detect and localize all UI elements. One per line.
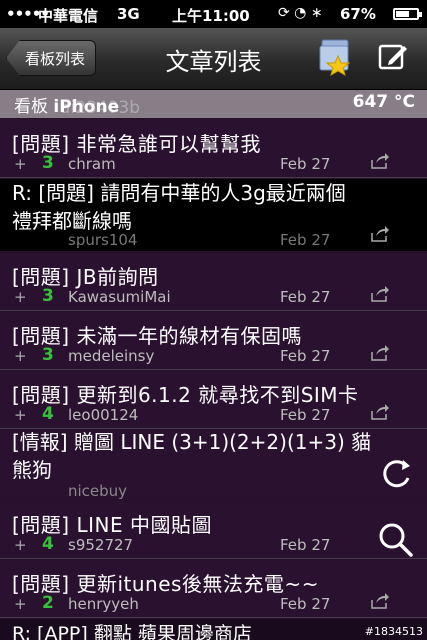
article-date: Feb 27 <box>280 347 331 365</box>
plus-icon: + <box>14 288 27 306</box>
article-title-line2: 禮拜都斷線嗎 <box>12 209 132 233</box>
article-author: henryyeh <box>68 595 139 613</box>
article-title-line2: 熊狗 <box>12 458 52 482</box>
network-type: 3G <box>117 5 140 23</box>
status-icons: ⟳ ◔ ∗ <box>278 5 323 21</box>
push-count: 4 <box>42 534 54 554</box>
list-item[interactable]: [問題] 更新到6.1.2 就尋找不到SIM卡 + 4 leo00124 Feb… <box>0 371 427 429</box>
share-icon[interactable] <box>370 285 390 303</box>
board-header: 看板 iPhone 647 °C <box>0 90 427 118</box>
share-icon[interactable] <box>370 592 390 610</box>
status-time: 上午11:00 <box>172 7 250 25</box>
list-item[interactable]: R: [問題] 請問有中華的人3g最近兩個 禮拜都斷線嗎 spurs104 Fe… <box>0 179 427 251</box>
board-name: iPhone <box>53 97 120 117</box>
refresh-icon[interactable] <box>374 452 418 496</box>
page-title: 文章列表 <box>165 48 262 76</box>
search-icon[interactable] <box>374 518 418 562</box>
article-date: Feb 27 <box>280 288 331 306</box>
article-author: nicebuy <box>68 482 128 500</box>
plus-icon: + <box>14 347 27 365</box>
list-item[interactable]: R: [APP] 翻點 蘋果周邊商店 <box>0 619 427 640</box>
share-icon[interactable] <box>370 344 390 362</box>
plus-icon: + <box>14 406 27 424</box>
battery-percent: 67% <box>340 5 376 23</box>
list-item[interactable]: [問題] 非常急誰可以幫幫我 + 3 chram Feb 27 <box>0 120 427 178</box>
article-title: [問題] JB前詢問 <box>12 265 159 289</box>
article-date: Feb 27 <box>280 231 331 249</box>
share-icon[interactable] <box>370 152 390 170</box>
status-bar: ••••• 中華電信 3G 上午11:00 ⟳ ◔ ∗ 67% <box>0 0 427 28</box>
navigation-bar: 看板列表 文章列表 <box>0 28 427 90</box>
article-title: [問題] 更新到6.1.2 就尋找不到SIM卡 <box>12 383 359 407</box>
article-author: s952727 <box>68 536 134 554</box>
list-item[interactable]: [問題] 更新itunes後無法充電~~ + 2 henryyeh Feb 27 <box>0 560 427 618</box>
push-count: 4 <box>42 404 54 424</box>
list-item[interactable]: [問題] JB前詢問 + 3 KawasumiMai Feb 27 <box>0 253 427 311</box>
plus-icon: + <box>14 595 27 613</box>
article-title-line1: R: [問題] 請問有中華的人3g最近兩個 <box>12 181 346 205</box>
article-date: Feb 27 <box>280 595 331 613</box>
article-author: medeleinsy <box>68 347 155 365</box>
watermark: #1834513 <box>364 625 423 638</box>
article-title: R: [APP] 翻點 蘋果周邊商店 <box>12 623 252 640</box>
plus-icon: + <box>14 155 27 173</box>
article-date: Feb 27 <box>280 536 331 554</box>
push-count: 2 <box>42 593 54 613</box>
list-item[interactable]: [問題] LINE 中國貼圖 + 4 s952727 Feb 27 <box>0 501 427 559</box>
article-author: KawasumiMai <box>68 288 171 306</box>
article-date: Feb 27 <box>280 155 331 173</box>
plus-icon: + <box>14 536 27 554</box>
share-icon[interactable] <box>370 403 390 421</box>
board-popularity: 647 °C <box>352 92 415 112</box>
article-author: spurs104 <box>68 231 138 249</box>
push-count: 3 <box>42 345 54 365</box>
article-list[interactable]: ai23403b 看板 iPhone 647 °C [問題] 非常急誰可以幫幫我… <box>0 90 427 640</box>
article-title-line1: [情報] 贈圖 LINE (3+1)(2+2)(1+3) 貓 <box>12 430 372 454</box>
article-title: [問題] 更新itunes後無法充電~~ <box>12 572 319 596</box>
article-author: leo00124 <box>68 406 139 424</box>
share-icon[interactable] <box>370 225 390 243</box>
list-item[interactable]: [問題] 未滿一年的線材有保固嗎 + 3 medeleinsy Feb 27 <box>0 312 427 370</box>
carrier-name: 中華電信 <box>38 7 99 25</box>
battery-icon <box>393 8 422 20</box>
article-author: chram <box>68 155 116 173</box>
board-label: 看板 iPhone <box>14 97 120 117</box>
compose-icon[interactable] <box>377 41 409 73</box>
push-count: 3 <box>42 153 54 173</box>
article-date: Feb 27 <box>280 406 331 424</box>
favorites-folder-icon[interactable] <box>318 38 354 76</box>
push-count: 3 <box>42 286 54 306</box>
list-item[interactable]: [情報] 贈圖 LINE (3+1)(2+2)(1+3) 貓 熊狗 nicebu… <box>0 430 427 500</box>
article-title: [問題] 未滿一年的線材有保固嗎 <box>12 324 302 348</box>
